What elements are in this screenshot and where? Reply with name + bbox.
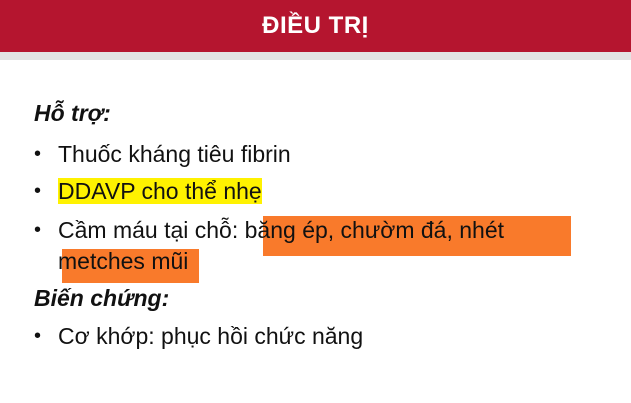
local-hemostasis-methods: băng ép, chườm đá, nhét (244, 217, 505, 243)
bullet-marker: • (34, 143, 42, 165)
list-item-continuation: metches mũi (58, 248, 189, 274)
section-heading-support: Hỗ trợ: (34, 100, 111, 126)
local-hemostasis-label: Cầm máu tại chỗ: (58, 217, 245, 243)
bullet-marker: • (34, 180, 42, 202)
list-item-ddavp: DDAVP cho thể nhẹ (58, 175, 262, 207)
list-item-joint-rehab: Cơ khớp: phục hồi chức năng (58, 323, 364, 349)
bullet-marker: • (34, 219, 42, 241)
list-item-local-hemostasis: Cầm máu tại chỗ: băng ép, chườm đá, nhét (58, 214, 504, 246)
slide-title: ĐIỀU TRỊ (262, 12, 369, 39)
bullet-marker: • (34, 325, 42, 347)
section-heading-complications: Biến chứng: (34, 285, 170, 311)
highlight-yellow: DDAVP cho thể nhẹ (58, 178, 262, 204)
list-item-antifibrinolytic: Thuốc kháng tiêu fibrin (58, 141, 291, 167)
